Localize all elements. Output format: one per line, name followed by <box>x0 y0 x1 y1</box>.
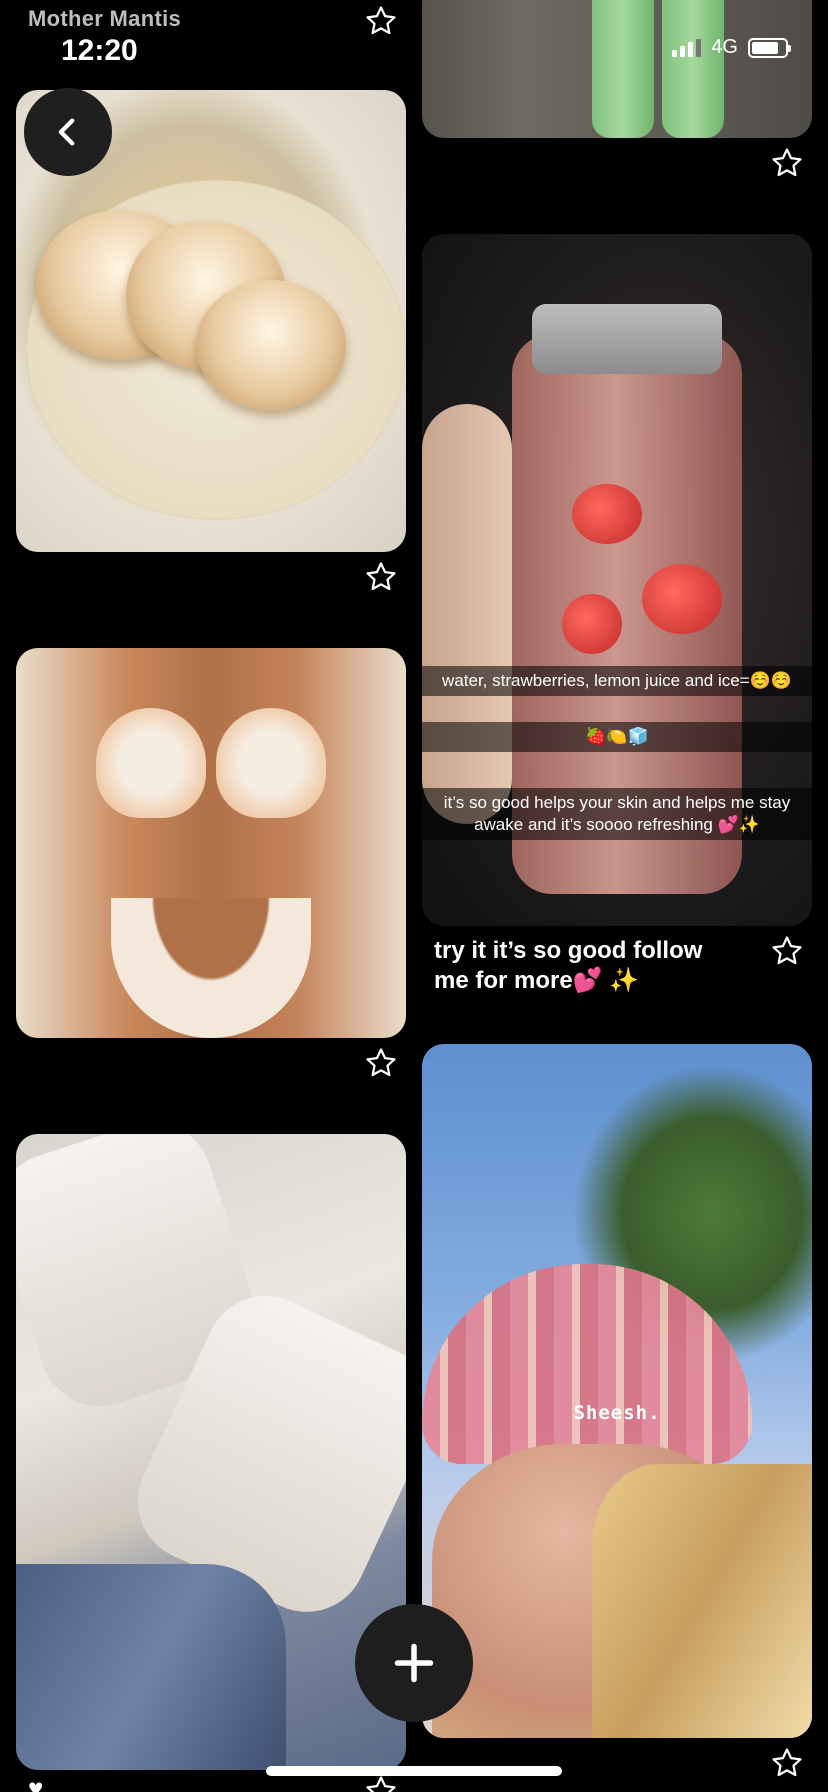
plus-icon <box>394 1643 434 1683</box>
hand-shape <box>422 404 512 824</box>
status-bar-right: 4G <box>672 36 791 59</box>
save-star-icon[interactable] <box>770 146 804 180</box>
leg-shape <box>592 0 654 138</box>
pin-image-legs[interactable] <box>422 0 812 138</box>
pin-title[interactable]: try it it’s so good follow me for more💕 … <box>434 936 734 996</box>
pin-image-bottle[interactable]: water, strawberries, lemon juice and ice… <box>422 234 812 926</box>
network-type: 4G <box>711 36 738 58</box>
back-button[interactable] <box>24 88 112 176</box>
save-star-icon[interactable] <box>364 4 398 38</box>
save-star-icon[interactable] <box>364 1774 398 1792</box>
save-star-icon[interactable] <box>770 1746 804 1780</box>
pin-image-hat[interactable]: Sheesh. <box>422 1044 812 1738</box>
pin-image-bikini[interactable] <box>16 648 406 1038</box>
strawberry-shape <box>572 484 642 544</box>
save-star-icon[interactable] <box>364 560 398 594</box>
bottle-cap-shape <box>532 304 722 374</box>
heart-icon[interactable]: ♥ <box>28 1775 60 1792</box>
save-star-icon[interactable] <box>364 1046 398 1080</box>
pancake-shape <box>196 280 346 410</box>
status-bar-left: Mother Mantis 12:20 <box>28 6 181 68</box>
strawberry-shape <box>562 594 622 654</box>
pin-overlay-emoji: 🍓🍋🧊 <box>422 722 812 752</box>
pin-overlay-caption: it’s so good helps your skin and helps m… <box>422 788 812 840</box>
pin-overlay-text: Sheesh. <box>573 1402 661 1424</box>
save-star-icon[interactable] <box>770 934 804 968</box>
hair-shape <box>592 1464 812 1738</box>
bikini-bottom-shape <box>111 898 311 1038</box>
jeans-shape <box>16 1564 286 1770</box>
carrier-name: Mother Mantis <box>28 6 182 31</box>
add-button[interactable] <box>355 1604 473 1722</box>
leg-shape <box>662 0 724 138</box>
strawberry-shape <box>642 564 722 634</box>
bikini-top-shape <box>216 708 326 818</box>
battery-level <box>752 41 778 54</box>
pin-overlay-caption: water, strawberries, lemon juice and ice… <box>422 666 812 696</box>
signal-icon <box>672 38 702 57</box>
battery-icon <box>748 37 791 58</box>
home-indicator[interactable] <box>266 1766 562 1776</box>
pin-image-blouse[interactable] <box>16 1134 406 1770</box>
chevron-left-icon <box>58 118 75 146</box>
bikini-top-shape <box>96 708 206 818</box>
status-time: 12:20 <box>61 34 138 67</box>
